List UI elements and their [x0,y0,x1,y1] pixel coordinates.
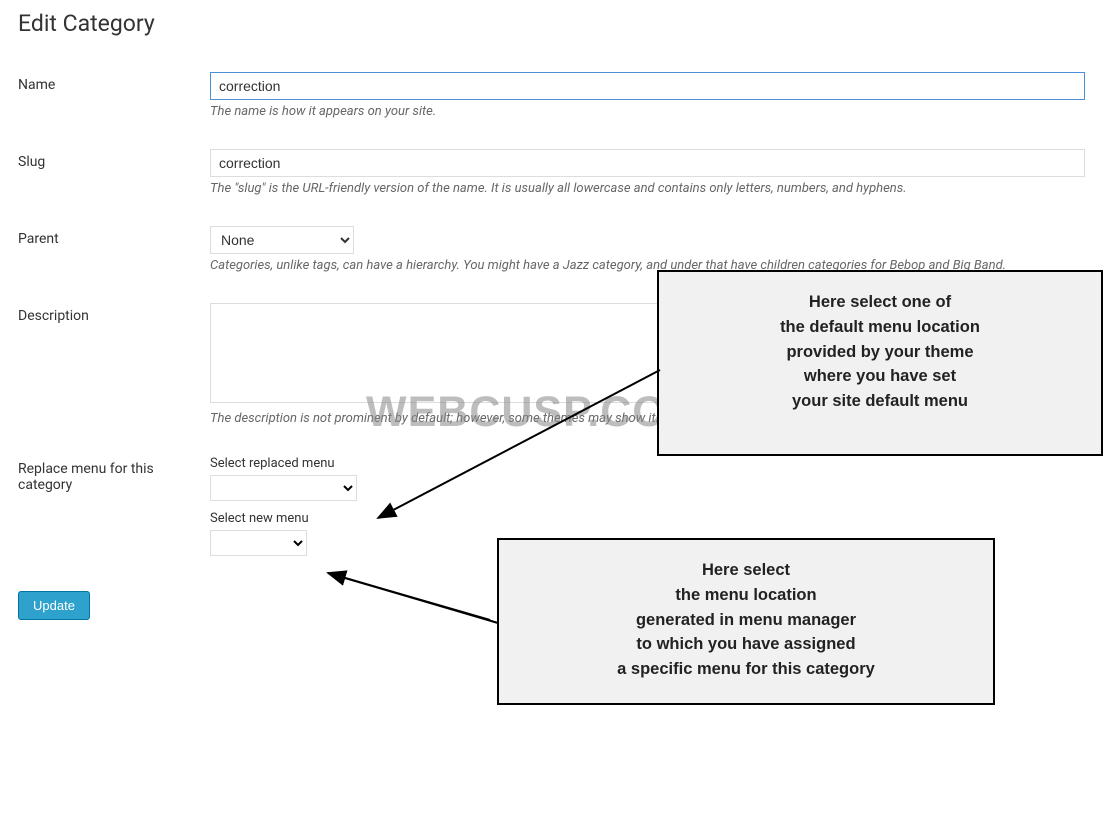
new-menu-select[interactable] [210,530,307,556]
page-title: Edit Category [18,10,1115,37]
parent-label: Parent [0,211,210,288]
new-menu-label: Select new menu [210,511,1105,526]
description-label: Description [0,288,210,441]
annotation-box-2: Here selectthe menu locationgenerated in… [497,538,995,705]
name-input[interactable] [210,72,1085,100]
update-button[interactable]: Update [18,591,90,620]
slug-label: Slug [0,134,210,211]
annotation-arrow-2 [320,565,510,635]
replaced-menu-select[interactable] [210,475,357,501]
slug-help: The "slug" is the URL-friendly version o… [210,181,1105,196]
name-help: The name is how it appears on your site. [210,104,1105,119]
replaced-menu-label: Select replaced menu [210,456,1105,471]
replace-menu-label: Replace menu for this category [0,441,210,571]
parent-select[interactable]: None [210,226,354,254]
name-label: Name [0,57,210,134]
slug-input[interactable] [210,149,1085,177]
annotation-box-1: Here select one ofthe default menu locat… [657,270,1103,456]
